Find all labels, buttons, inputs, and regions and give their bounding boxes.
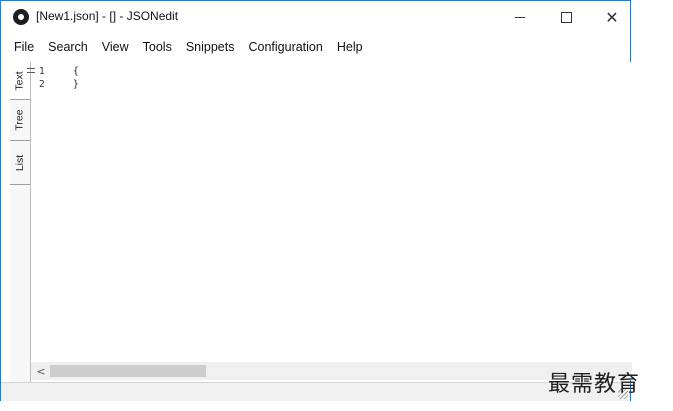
menu-view[interactable]: View xyxy=(95,40,136,54)
app-logo-icon xyxy=(13,9,29,25)
title-bar: [New1.json] - [] - JSONedit ✕ xyxy=(1,1,630,33)
menu-bar: File Search View Tools Snippets Configur… xyxy=(1,35,630,59)
tab-list-label: List xyxy=(14,154,26,172)
app-window: [New1.json] - [] - JSONedit ✕ File Searc… xyxy=(0,0,632,401)
minimize-icon xyxy=(515,16,525,18)
fold-marker-icon[interactable] xyxy=(27,68,35,73)
tab-list[interactable]: List xyxy=(10,142,30,185)
tab-tree[interactable]: Tree xyxy=(10,100,30,141)
line-number: 2 xyxy=(39,79,45,90)
tab-text-label: Text xyxy=(13,70,26,91)
text-editor[interactable]: { } xyxy=(70,62,632,362)
menu-help[interactable]: Help xyxy=(330,40,370,54)
tab-tree-label: Tree xyxy=(14,109,27,131)
menu-tools[interactable]: Tools xyxy=(136,40,179,54)
maximize-button[interactable] xyxy=(543,1,589,33)
code-line: { xyxy=(73,66,79,77)
close-icon: ✕ xyxy=(605,7,619,27)
menu-configuration[interactable]: Configuration xyxy=(241,40,329,54)
scroll-thumb[interactable] xyxy=(50,365,206,377)
menu-file[interactable]: File xyxy=(7,40,41,54)
line-number: 1 xyxy=(39,66,45,77)
line-number-gutter: 1 2 xyxy=(31,62,69,362)
code-line: } xyxy=(73,79,79,90)
close-button[interactable]: ✕ xyxy=(589,1,635,33)
menu-snippets[interactable]: Snippets xyxy=(179,40,242,54)
view-tab-strip: Text Tree List xyxy=(10,62,31,392)
status-bar xyxy=(1,382,630,401)
watermark-text: 最需教育 xyxy=(548,372,641,397)
horizontal-scrollbar[interactable]: < xyxy=(31,362,632,380)
minimize-button[interactable] xyxy=(497,1,543,33)
menu-search[interactable]: Search xyxy=(41,40,95,54)
scroll-left-arrow-icon[interactable]: < xyxy=(35,362,47,380)
window-title: [New1.json] - [] - JSONedit xyxy=(36,9,179,23)
maximize-icon xyxy=(560,11,572,23)
